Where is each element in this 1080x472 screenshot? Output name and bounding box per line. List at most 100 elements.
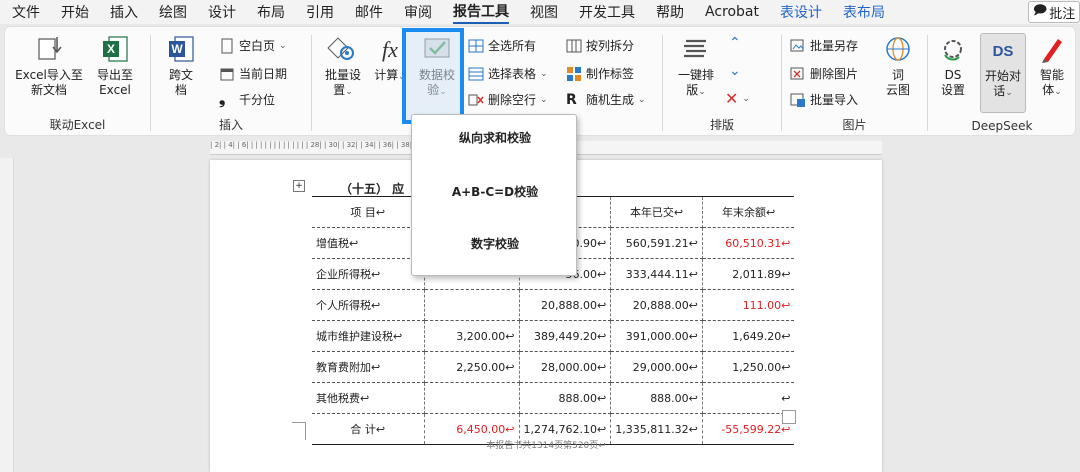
group-label-deepseek: DeepSeek bbox=[971, 119, 1033, 133]
table-cell[interactable]: 28,000.00↩ bbox=[519, 351, 612, 383]
table-cell[interactable]: ↩ bbox=[702, 382, 795, 414]
table-cell[interactable]: 2,011.89↩ bbox=[702, 258, 795, 290]
comment-button[interactable]: 🗩 批注 bbox=[1028, 1, 1080, 23]
table-cell[interactable]: 本年已交↩ bbox=[610, 196, 703, 228]
table-cell[interactable]: 20,888.00↩ bbox=[519, 289, 612, 321]
select-all-button[interactable]: 全选所有 bbox=[468, 37, 536, 54]
split-columns-icon bbox=[566, 38, 582, 54]
one-click-layout-button[interactable]: 一键排 版⌄ bbox=[671, 33, 721, 100]
label-grid-icon bbox=[566, 66, 582, 82]
excel-import-button[interactable]: Excel导入至 新文档 bbox=[13, 33, 85, 98]
table-cell[interactable]: 29,000.00↩ bbox=[610, 351, 703, 383]
table-icon bbox=[468, 66, 484, 82]
menu-tab[interactable]: 文件 bbox=[12, 2, 40, 22]
table-cell[interactable]: 560,591.21↩ bbox=[610, 227, 703, 259]
svg-text:X: X bbox=[107, 42, 115, 56]
ds-settings-button[interactable]: DS 设置 bbox=[932, 33, 974, 98]
table-cell[interactable]: 20,888.00↩ bbox=[610, 289, 703, 321]
image-import-icon bbox=[790, 92, 806, 108]
move-up-button[interactable]: ⌃ bbox=[729, 35, 741, 51]
random-generate-button[interactable]: R 随机生成 ⌄ bbox=[566, 91, 646, 108]
table-resize-handle[interactable] bbox=[782, 410, 796, 424]
menu-tab[interactable]: 绘图 bbox=[159, 2, 187, 22]
group-label-layout: 排版 bbox=[709, 118, 734, 132]
table-cell[interactable]: 391,000.00↩ bbox=[610, 320, 703, 352]
table-row: 教育费附加↩ 2,250.00↩ 28,000.00↩ 29,000.00↩ 1,250… bbox=[312, 351, 795, 383]
menu-tab[interactable]: 表布局 bbox=[843, 2, 885, 22]
section-title: （十五） 应 bbox=[340, 182, 405, 196]
menu-tab[interactable]: 插入 bbox=[110, 2, 138, 22]
svg-text:fx: fx bbox=[382, 37, 398, 62]
menu-tab[interactable]: 开始 bbox=[61, 2, 89, 22]
comma-icon: ❟ bbox=[219, 88, 226, 108]
table-cell[interactable]: 888.00↩ bbox=[519, 382, 612, 414]
image-delete-icon bbox=[790, 66, 806, 82]
word-icon: W bbox=[169, 36, 194, 62]
batch-setting-button[interactable]: 批量设 置⌄ bbox=[318, 33, 368, 100]
table-cell[interactable] bbox=[424, 382, 520, 414]
cross-doc-button[interactable]: W 跨文 档 bbox=[159, 33, 203, 98]
table-cell[interactable]: 3,200.00↩ bbox=[424, 320, 520, 352]
table-cell[interactable]: 企业所得税↩ bbox=[312, 258, 425, 290]
menu-tab[interactable]: 布局 bbox=[257, 2, 285, 22]
batch-save-button[interactable]: 批量另存 bbox=[790, 37, 858, 54]
table-row: 城市维护建设税↩ 3,200.00↩ 389,449.20↩ 391,000.00↩ 1… bbox=[312, 320, 795, 352]
table-move-handle[interactable]: + bbox=[293, 180, 305, 192]
table-cell[interactable]: 增值税↩ bbox=[312, 227, 425, 259]
table-cell[interactable]: 城市维护建设税↩ bbox=[312, 320, 425, 352]
delete-images-button[interactable]: 删除图片 bbox=[790, 65, 858, 82]
data-check-dropdown: 纵向求和校验 A+B-C=D校验 数字校验 bbox=[411, 114, 577, 276]
ds-logo-icon: DS bbox=[993, 43, 1014, 60]
select-table-button[interactable]: 选择表格 ⌄ bbox=[468, 65, 548, 82]
menu-tab[interactable]: 引用 bbox=[306, 2, 334, 22]
table-cell[interactable]: 项 目↩ bbox=[312, 196, 425, 228]
move-down-button[interactable]: ⌄ bbox=[729, 63, 741, 79]
menu-tab[interactable]: Acrobat bbox=[705, 4, 759, 20]
table-cell[interactable]: 1,250.00↩ bbox=[702, 351, 795, 383]
table-cell[interactable]: 333,444.11↩ bbox=[610, 258, 703, 290]
start-dialog-button[interactable]: DS 开始对 话⌄ bbox=[980, 33, 1026, 113]
chevron-down-icon: ⌄ bbox=[729, 63, 741, 79]
export-excel-button[interactable]: X 导出至 Excel bbox=[89, 33, 141, 98]
table-cell[interactable]: 111.00↩ bbox=[702, 289, 795, 321]
menu-tab[interactable]: 表设计 bbox=[780, 2, 822, 22]
word-cloud-button[interactable]: 词 云图 bbox=[878, 33, 918, 98]
menu-tab[interactable]: 报告工具 bbox=[453, 1, 509, 24]
table-row: 个人所得税↩ 20,888.00↩ 20,888.00↩ 111.00↩ bbox=[312, 289, 795, 321]
smart-agent-button[interactable]: 智能 体⌄ bbox=[1032, 33, 1072, 100]
gear-refresh-icon bbox=[944, 40, 962, 61]
table-cell[interactable]: 其他税费↩ bbox=[312, 382, 425, 414]
current-date-button[interactable]: 当前日期 bbox=[219, 65, 287, 82]
table-cell[interactable]: 年末余额↩ bbox=[702, 196, 795, 228]
dropdown-item[interactable]: A+B-C=D校验 bbox=[412, 177, 578, 206]
gear-icon bbox=[327, 37, 354, 60]
menu-tab[interactable]: 设计 bbox=[208, 2, 236, 22]
group-image: 批量另存 删除图片 批量导入 词 云图 图片 bbox=[782, 27, 927, 137]
table-cell[interactable]: 2,250.00↩ bbox=[424, 351, 520, 383]
comment-icon: 🗩 bbox=[1032, 3, 1048, 18]
table-cell[interactable]: 教育费附加↩ bbox=[312, 351, 425, 383]
batch-import-button[interactable]: 批量导入 bbox=[790, 91, 858, 108]
menu-tab[interactable]: 审阅 bbox=[404, 2, 432, 22]
menu-tab[interactable]: 开发工具 bbox=[579, 2, 635, 22]
calendar-icon bbox=[219, 66, 235, 82]
table-cell[interactable]: 1,649.20↩ bbox=[702, 320, 795, 352]
table-cell[interactable]: 个人所得税↩ bbox=[312, 289, 425, 321]
thousands-separator-button[interactable]: ❟ 千分位 bbox=[219, 88, 275, 108]
menu-tab[interactable]: 帮助 bbox=[656, 2, 684, 22]
delete-empty-rows-button[interactable]: 删除空行 ⌄ bbox=[468, 91, 548, 108]
dropdown-item[interactable]: 数字校验 bbox=[412, 229, 578, 258]
menu-tab[interactable]: 视图 bbox=[530, 2, 558, 22]
menu-tab[interactable]: 邮件 bbox=[355, 2, 383, 22]
split-by-column-button[interactable]: 按列拆分 bbox=[566, 37, 634, 54]
vertical-ruler[interactable] bbox=[0, 158, 14, 472]
clear-format-button[interactable]: ✕ ⌄ bbox=[725, 89, 750, 108]
table-cell[interactable]: 60,510.31↩ bbox=[702, 227, 795, 259]
table-cell[interactable]: 389,449.20↩ bbox=[519, 320, 612, 352]
table-cell[interactable]: 888.00↩ bbox=[610, 382, 703, 414]
make-label-button[interactable]: 制作标签 bbox=[566, 65, 634, 82]
page-footer: 本报告书共1314页第520页↩ bbox=[486, 441, 606, 451]
table-cell[interactable] bbox=[424, 289, 520, 321]
blank-page-button[interactable]: 空白页 ⌄ bbox=[219, 37, 287, 54]
dropdown-item[interactable]: 纵向求和校验 bbox=[412, 123, 578, 152]
